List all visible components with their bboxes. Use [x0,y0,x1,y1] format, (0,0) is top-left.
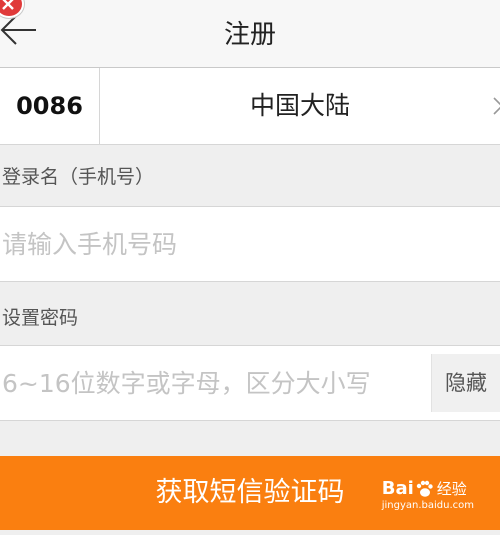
phone-field-container [0,206,500,282]
country-code[interactable]: 0086 [0,68,100,144]
baidu-jingyan-watermark: Bai 经验 jingyan.baidu.com [382,478,474,511]
watermark-url: jingyan.baidu.com [381,500,474,511]
password-input[interactable] [0,346,422,420]
phone-input[interactable] [0,207,492,281]
page-title: 注册 [223,20,276,50]
paw-icon [416,480,433,497]
watermark-jingyan: 经验 [436,480,467,498]
close-icon [2,0,14,10]
chevron-right-icon [493,97,500,115]
account-label: 登录名（手机号） [2,166,155,188]
country-region[interactable]: 中国大陆 [100,68,500,144]
watermark-brand: Bai [381,478,414,499]
hide-password-button[interactable]: 隐藏 [431,354,500,412]
password-field-container: 隐藏 [0,345,500,421]
top-navigation-bar: 注册 [0,0,500,68]
password-label: 设置密码 [2,307,79,329]
country-selector-row[interactable]: 0086 中国大陆 [0,68,500,145]
